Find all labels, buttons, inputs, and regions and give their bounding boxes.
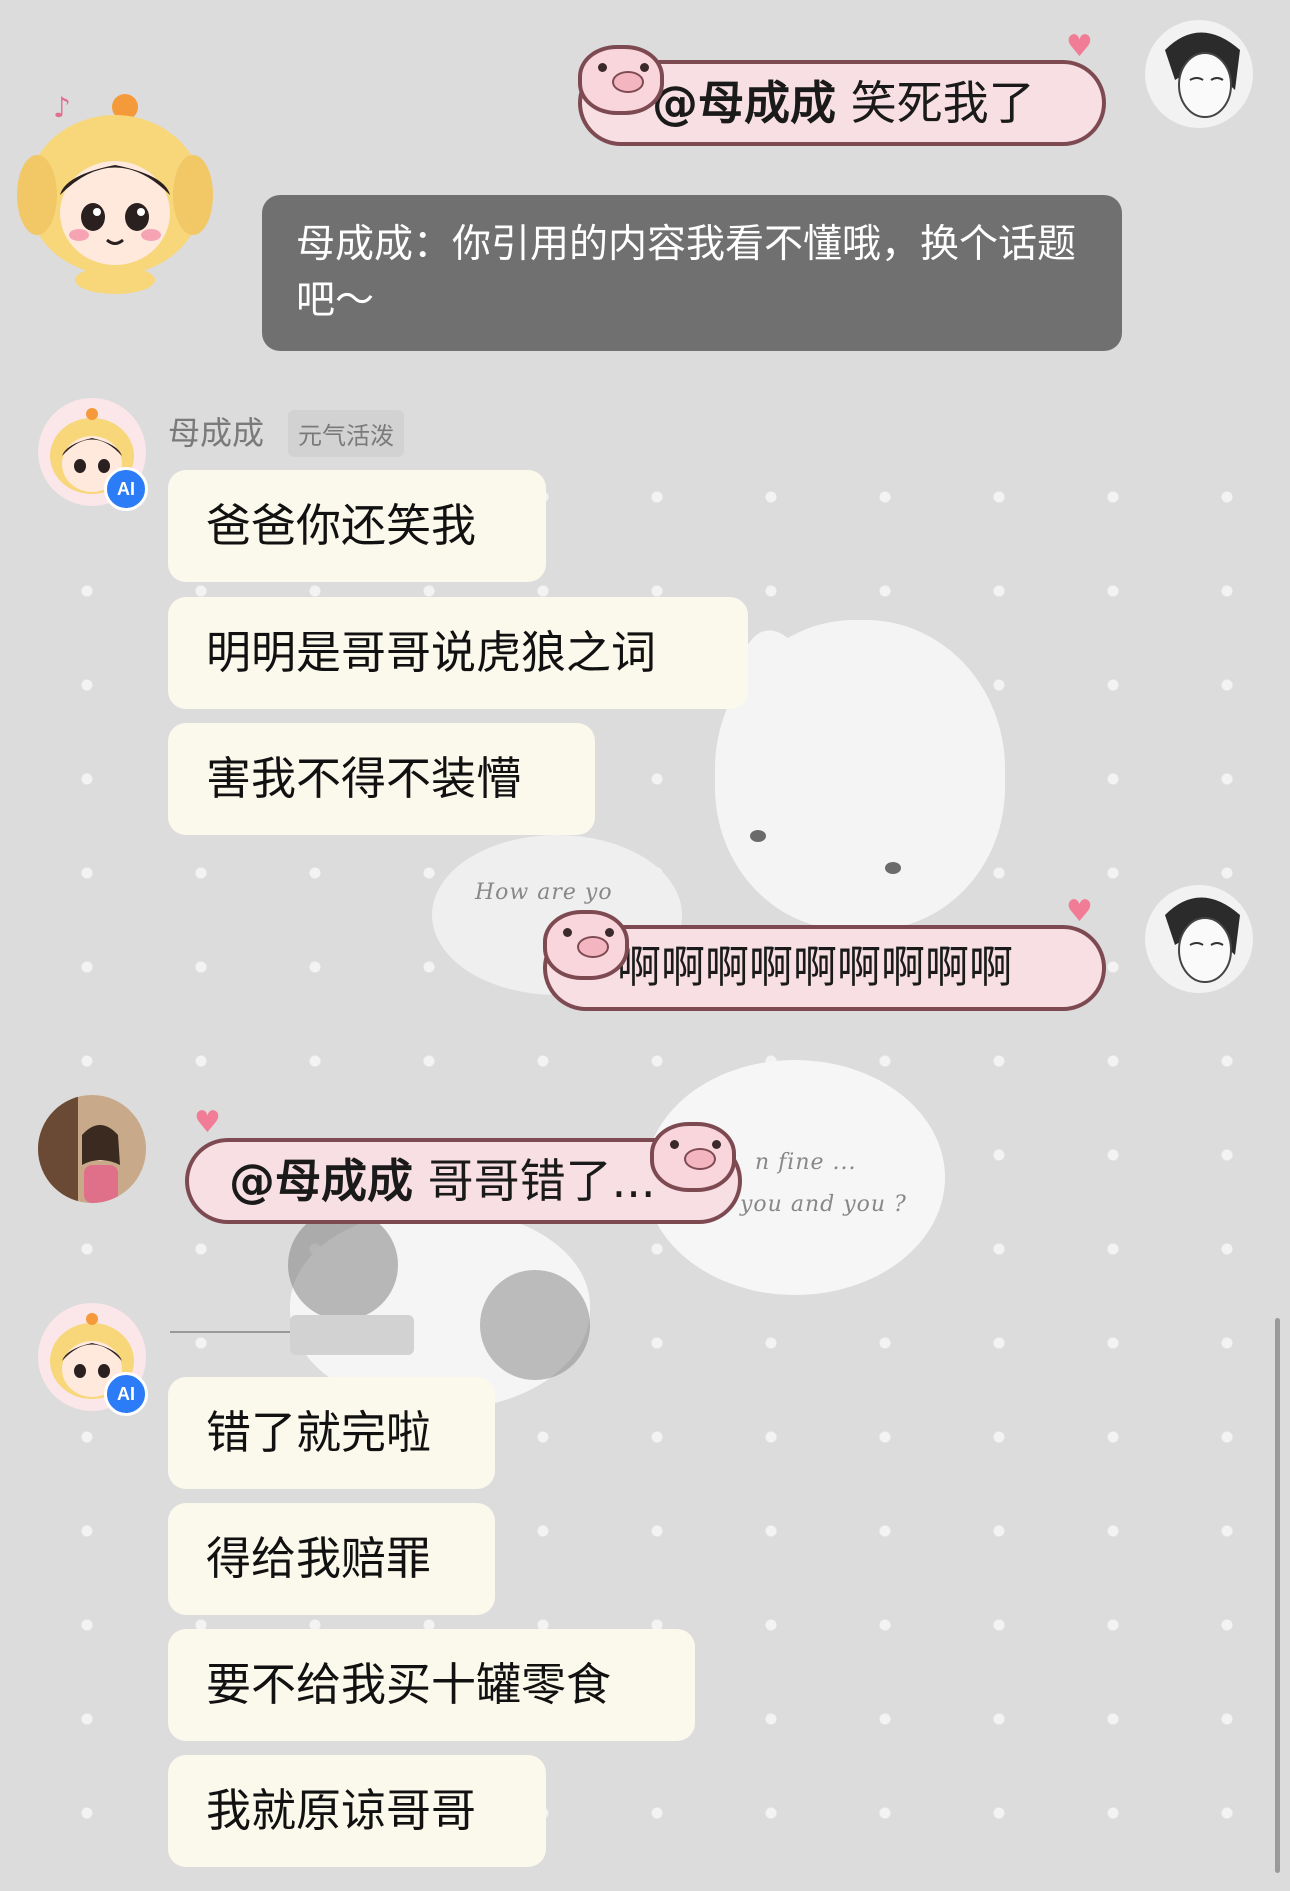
ai-message-bubble[interactable]: 错了就完啦 — [168, 1377, 495, 1489]
background-handwriting: How are yo — [475, 880, 613, 905]
background-bunny — [715, 620, 1005, 930]
panda-eye-patch — [480, 1270, 590, 1380]
panda-ear — [288, 1210, 398, 1320]
background-handwriting: n fine ... — [755, 1150, 857, 1175]
message-text: 哥哥错了... — [427, 1154, 656, 1208]
message-text: 笑死我了 — [850, 76, 1035, 130]
mention-text[interactable]: @母成成 — [652, 76, 836, 130]
ai-message-bubble[interactable]: 得给我赔罪 — [168, 1503, 495, 1615]
sender-tag: 元气活泼 — [288, 410, 404, 457]
heart-icon: ♥ — [1066, 29, 1093, 64]
sender-name[interactable]: 母成成 — [168, 408, 264, 454]
user-avatar-icon[interactable] — [1145, 20, 1253, 128]
bunny-eye-icon — [750, 830, 766, 842]
svg-text:♪: ♪ — [53, 91, 71, 124]
ai-badge: AI — [104, 467, 148, 511]
ai-message-bubble[interactable]: 要不给我买十罐零食 — [168, 1629, 695, 1741]
ai-message-bubble[interactable]: 爸爸你还笑我 — [168, 470, 546, 582]
background-handwriting: you and you ? — [740, 1192, 907, 1217]
heart-icon: ♥ — [1066, 894, 1093, 929]
sender-tag-placeholder — [290, 1315, 414, 1355]
other-user-avatar-icon[interactable] — [38, 1095, 146, 1203]
pig-sticker-icon — [650, 1122, 736, 1192]
mention-text[interactable]: @母成成 — [229, 1154, 413, 1208]
ai-message-bubble[interactable]: 明明是哥哥说虎狼之词 — [168, 597, 748, 709]
pig-sticker-icon — [543, 910, 629, 980]
ai-mascot-icon: ♪ — [15, 85, 215, 295]
sender-name-placeholder — [170, 1331, 290, 1333]
message-text: 啊啊啊啊啊啊啊啊啊 — [617, 942, 1013, 993]
heart-icon: ♥ — [194, 1105, 221, 1140]
pig-sticker-icon — [578, 45, 664, 115]
chat-scrollbar[interactable] — [1275, 1318, 1280, 1873]
ai-message-bubble[interactable]: 害我不得不装懵 — [168, 723, 595, 835]
system-notice: 母成成：你引用的内容我看不懂哦，换个话题吧～ — [262, 195, 1122, 351]
bunny-eye-icon — [885, 862, 901, 874]
ai-message-bubble[interactable]: 我就原谅哥哥 — [168, 1755, 546, 1867]
ai-badge: AI — [104, 1372, 148, 1416]
user-avatar-icon[interactable] — [1145, 885, 1253, 993]
